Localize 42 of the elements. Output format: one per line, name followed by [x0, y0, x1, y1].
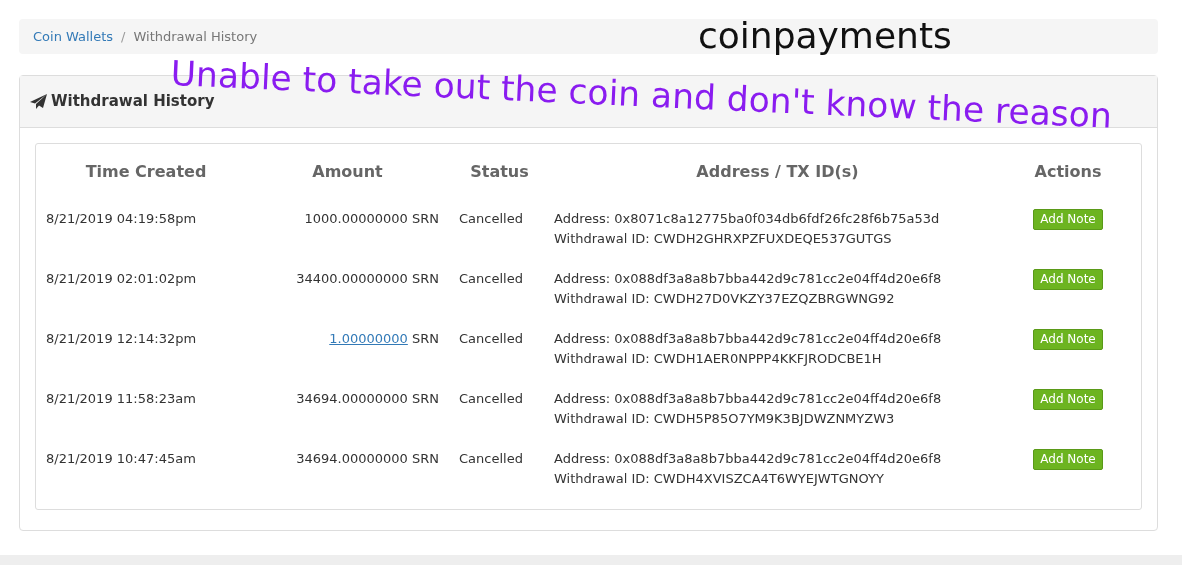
table-cell: 8/21/2019 11:58:23am: [46, 391, 196, 406]
status-text: Cancelled: [459, 331, 523, 346]
amount-text: 34694.00000000 SRN: [296, 391, 439, 406]
amount-link[interactable]: 1.00000000: [329, 331, 408, 346]
table-cell: 8/21/2019 04:19:58pm: [46, 211, 197, 226]
breadcrumb-separator: /: [121, 27, 126, 46]
column-header: Time Created: [85, 160, 207, 183]
status-text: Cancelled: [459, 391, 523, 406]
withdrawal-id-text: Withdrawal ID: CWDH2GHRXPZFUXDEQE537GUTGS: [554, 230, 893, 248]
address-text: Address: 0x088df3a8a8b7bba442d9c781cc2e04ff4d20e6f8: [554, 390, 943, 408]
status-text: Cancelled: [459, 451, 523, 466]
amount-text: 34694.00000000 SRN: [296, 451, 439, 466]
address-text: Address: 0x8071c8a12775ba0f034db6fdf26fc28f6b75a53d: [554, 210, 941, 228]
table-cell: 8/21/2019 12:14:32pm: [46, 331, 197, 346]
paper-plane-icon: [30, 94, 47, 109]
add-note-button[interactable]: Add Note: [1033, 389, 1103, 410]
table-cell: 8/21/2019 02:01:02pm: [46, 271, 197, 286]
withdrawal-id-text: Withdrawal ID: CWDH4XVISZCA4T6WYEJWTGNOYY: [554, 470, 885, 488]
address-text: Address: 0x088df3a8a8b7bba442d9c781cc2e04ff4d20e6f8: [554, 450, 943, 468]
add-note-button[interactable]: Add Note: [1033, 449, 1103, 470]
column-header: Address / TX ID(s): [696, 160, 859, 183]
withdrawal-id-text: Withdrawal ID: CWDH27D0VKZY37EZQZBRGWNG92: [554, 290, 896, 308]
breadcrumb-link[interactable]: Coin Wallets: [33, 26, 114, 47]
address-text: Address: 0x088df3a8a8b7bba442d9c781cc2e04ff4d20e6f8: [554, 270, 943, 288]
status-text: Cancelled: [459, 271, 523, 286]
add-note-button[interactable]: Add Note: [1033, 329, 1103, 350]
add-note-button[interactable]: Add Note: [1033, 209, 1103, 230]
unit-text: SRN: [410, 331, 439, 346]
breadcrumb-current: Withdrawal History: [133, 27, 258, 46]
withdrawal-id-text: Withdrawal ID: CWDH1AER0NPPP4KKFJRODCBE1H: [554, 350, 883, 368]
address-text: Address: 0x088df3a8a8b7bba442d9c781cc2e04ff4d20e6f8: [554, 330, 943, 348]
amount-text: 1000.00000000 SRN: [304, 211, 439, 226]
annotation-text: coinpayments: [698, 14, 952, 58]
status-text: Cancelled: [459, 211, 523, 226]
column-header: Amount: [312, 160, 383, 183]
withdrawal-id-text: Withdrawal ID: CWDH5P85O7YM9K3BJDWZNMYZW3: [554, 410, 896, 428]
table-cell: 8/21/2019 10:47:45am: [46, 451, 196, 466]
column-header: Status: [470, 160, 529, 183]
column-header: Actions: [1034, 160, 1102, 183]
add-note-button[interactable]: Add Note: [1033, 269, 1103, 290]
panel-title: Withdrawal History: [51, 91, 215, 113]
amount-text: 34400.00000000 SRN: [296, 271, 439, 286]
